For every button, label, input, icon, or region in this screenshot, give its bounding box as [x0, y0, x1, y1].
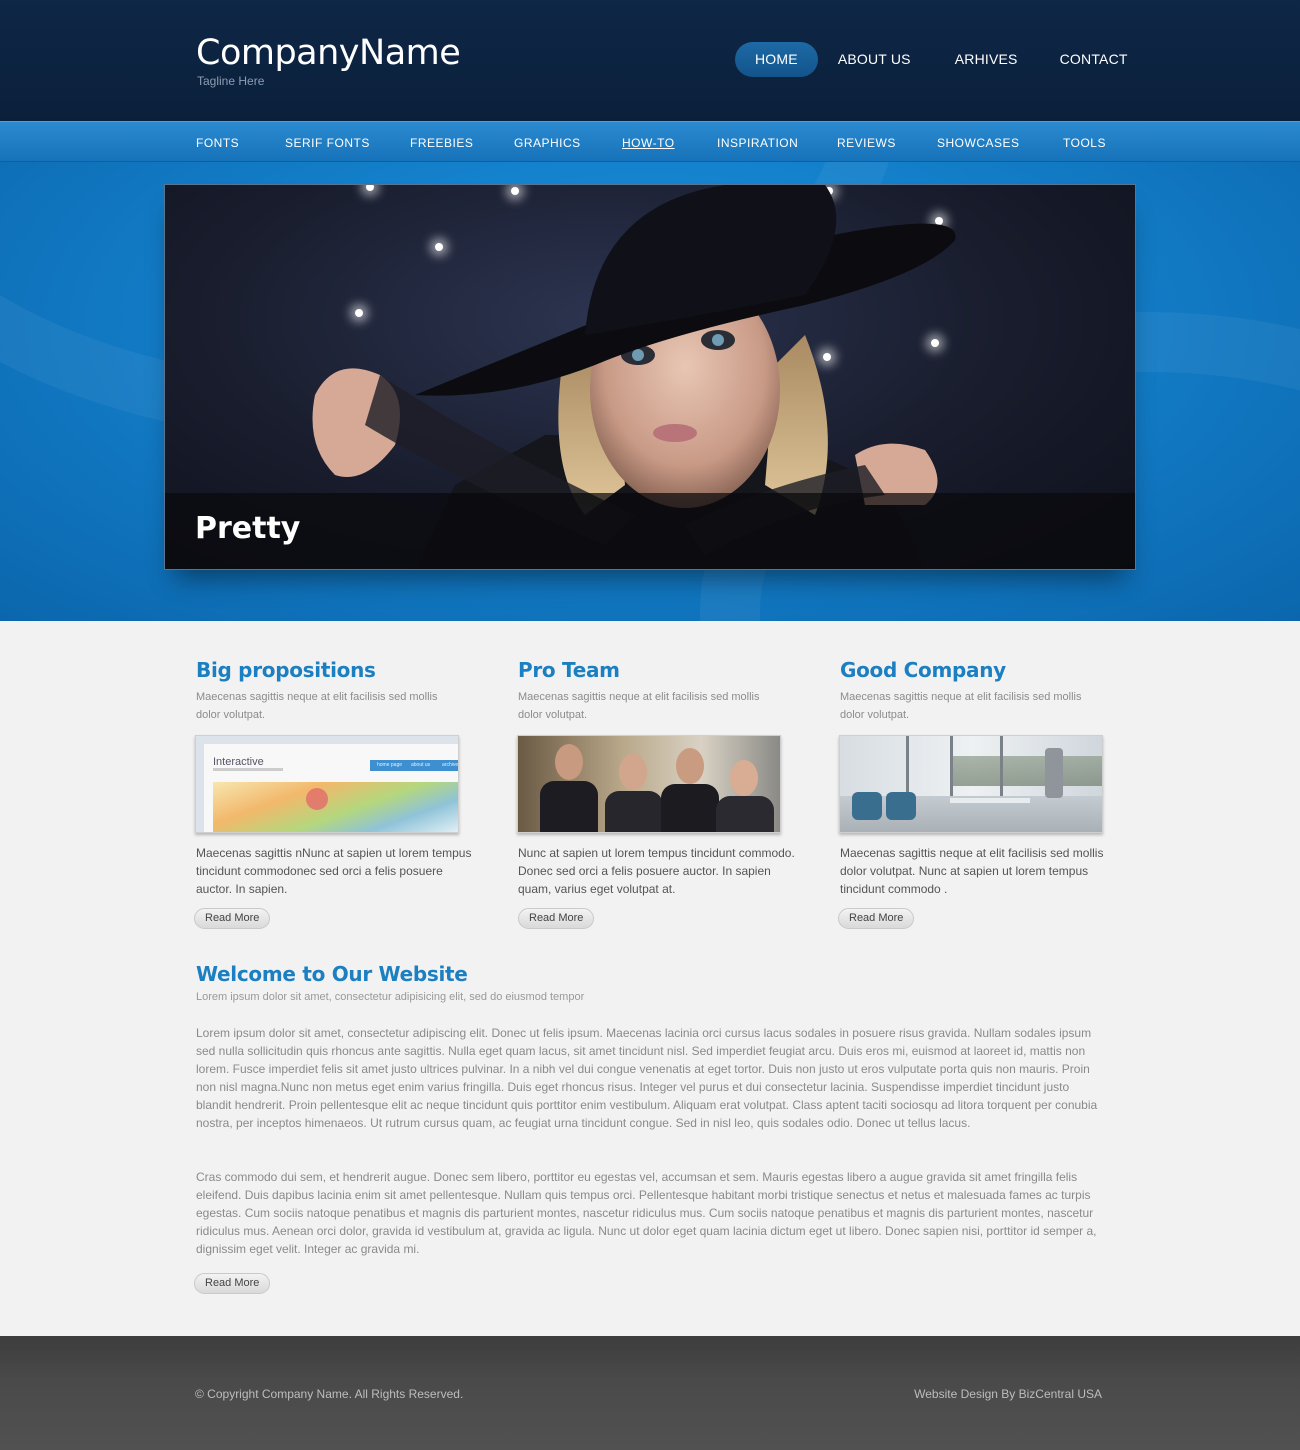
feature-column-pro-team: Pro Team Maecenas sagittis neque at elit…: [517, 658, 795, 896]
subnav-graphics[interactable]: GRAPHICS: [514, 136, 581, 150]
welcome-paragraph: Lorem ipsum dolor sit amet, consectetur …: [196, 1026, 1098, 1130]
site-logo[interactable]: CompanyName: [196, 33, 461, 73]
design-credit-link[interactable]: Website Design By BizCentral USA: [914, 1387, 1102, 1401]
subnav-fonts[interactable]: FONTS: [196, 136, 239, 150]
site-footer: © Copyright Company Name. All Rights Res…: [0, 1336, 1300, 1450]
office-photo-thumbnail[interactable]: [839, 735, 1103, 833]
nav-archives[interactable]: ARHIVES: [935, 42, 1038, 77]
column-text: Maecenas sagittis nNunc at sapien ut lor…: [196, 846, 472, 896]
read-more-button[interactable]: Read More: [518, 908, 595, 929]
nav-about-us[interactable]: ABOUT US: [820, 42, 933, 77]
read-more-button[interactable]: Read More: [194, 908, 271, 929]
column-subtitle: Maecenas sagittis neque at elit facilisi…: [196, 691, 438, 721]
hero-slider[interactable]: Pretty: [164, 184, 1136, 570]
subnav-how-to[interactable]: HOW-TO: [622, 136, 675, 150]
thumbnail-menu-item: home page: [377, 762, 403, 768]
thumbnail-menu-bar: home page about us archives: [370, 760, 459, 771]
thumbnail-menu-item: about us: [411, 762, 431, 768]
slider-caption: Pretty: [195, 511, 301, 546]
read-more-button[interactable]: Read More: [838, 908, 915, 929]
nav-home[interactable]: HOME: [735, 42, 818, 77]
read-more-button[interactable]: Read More: [194, 1273, 271, 1294]
subnav-reviews[interactable]: REVIEWS: [837, 136, 896, 150]
thumbnail-menu-item: archives: [442, 762, 459, 768]
column-title: Big propositions: [196, 658, 376, 682]
column-subtitle: Maecenas sagittis neque at elit facilisi…: [518, 691, 760, 721]
welcome-subheading: Lorem ipsum dolor sit amet, consectetur …: [196, 991, 585, 1003]
column-subtitle: Maecenas sagittis neque at elit facilisi…: [840, 691, 1082, 721]
welcome-heading: Welcome to Our Website: [196, 962, 468, 986]
welcome-paragraph: Cras commodo dui sem, et hendrerit augue…: [196, 1170, 1097, 1256]
slider-caption-bar: Pretty: [165, 493, 1135, 569]
column-title: Pro Team: [518, 658, 620, 682]
column-title: Good Company: [840, 658, 1006, 682]
site-tagline: Tagline Here: [197, 74, 265, 88]
thumbnail-heading: Interactive: [213, 756, 264, 768]
subnav-serif-fonts[interactable]: SERIF FONTS: [285, 136, 370, 150]
subnav-showcases[interactable]: SHOWCASES: [937, 136, 1020, 150]
subnav-tools[interactable]: TOOLS: [1063, 136, 1106, 150]
feature-column-good-company: Good Company Maecenas sagittis neque at …: [839, 658, 1110, 896]
site-header: CompanyName Tagline Here HOME ABOUT US A…: [0, 0, 1300, 121]
column-text: Maecenas sagittis neque at elit facilisi…: [840, 846, 1104, 896]
category-navigation: FONTS SERIF FONTS FREEBIES GRAPHICS HOW-…: [0, 121, 1300, 162]
feature-column-propositions: Big propositions Maecenas sagittis neque…: [195, 658, 471, 896]
subnav-inspiration[interactable]: INSPIRATION: [717, 136, 798, 150]
main-navigation: HOME ABOUT US ARHIVES CONTACT: [735, 42, 1130, 77]
team-photo-thumbnail[interactable]: [517, 735, 781, 833]
subnav-freebies[interactable]: FREEBIES: [410, 136, 473, 150]
nav-contact[interactable]: CONTACT: [1040, 42, 1128, 77]
website-template-thumbnail[interactable]: Interactive home page about us archives: [195, 735, 459, 833]
column-text: Nunc at sapien ut lorem tempus tincidunt…: [518, 846, 795, 896]
copyright-text: © Copyright Company Name. All Rights Res…: [195, 1387, 464, 1401]
